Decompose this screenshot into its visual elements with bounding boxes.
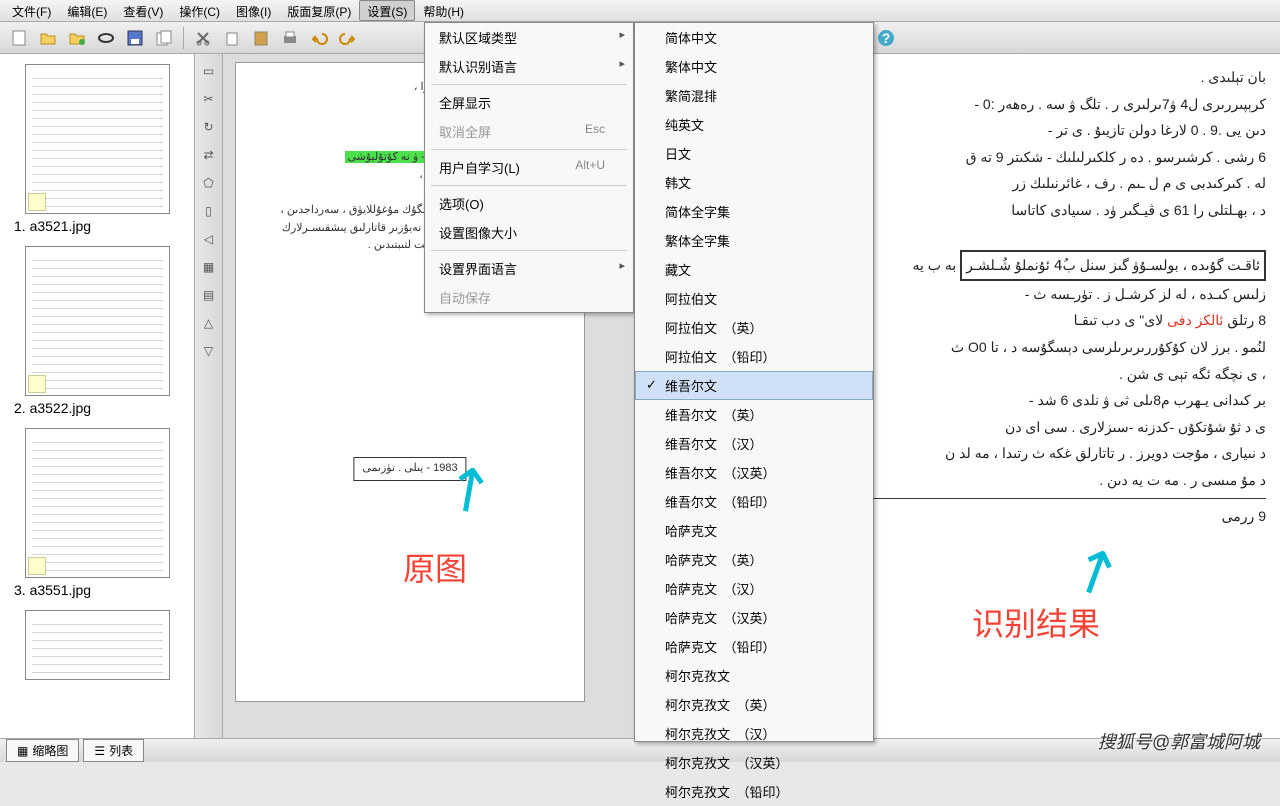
- dd-image-size[interactable]: 设置图像大小: [425, 218, 633, 247]
- language-option[interactable]: 哈萨克文 （汉英）: [635, 603, 873, 632]
- red-text: ئالكز دفی: [1167, 312, 1223, 328]
- language-option[interactable]: 繁简混排: [635, 81, 873, 110]
- down-icon[interactable]: ▽: [198, 340, 220, 362]
- language-option[interactable]: 繁体中文: [635, 52, 873, 81]
- menu-file[interactable]: 文件(F): [4, 0, 59, 21]
- thumbs-tab[interactable]: ▦缩略图: [6, 739, 79, 762]
- cut-icon[interactable]: [190, 25, 216, 51]
- list-tab[interactable]: ☰列表: [83, 739, 144, 762]
- copy2-icon[interactable]: [219, 25, 245, 51]
- vertical-toolbar: ▭ ✂ ↻ ⇄ ⬠ ▯ ◁ ▦ ▤ △ ▽: [195, 54, 223, 738]
- scan-icon[interactable]: [93, 25, 119, 51]
- dd-default-language[interactable]: 默认识别语言: [425, 52, 633, 81]
- thumbnail-panel: 1. a3521.jpg 2. a3522.jpg 3. a3551.jpg: [0, 54, 195, 738]
- thumbnail-item[interactable]: 1. a3521.jpg: [8, 64, 186, 234]
- dd-fullscreen[interactable]: 全屏显示: [425, 88, 633, 117]
- redo-icon[interactable]: [335, 25, 361, 51]
- language-option[interactable]: 柯尔克孜文 （汉）: [635, 719, 873, 748]
- dd-exit-fullscreen: 取消全屏Esc: [425, 117, 633, 146]
- language-option[interactable]: 纯英文: [635, 110, 873, 139]
- language-option[interactable]: 维吾尔文: [635, 371, 873, 400]
- rotate-icon[interactable]: ↻: [198, 116, 220, 138]
- dd-autosave: 自动保存: [425, 283, 633, 312]
- paste-icon[interactable]: [248, 25, 274, 51]
- result-label: 识别结果: [972, 594, 1100, 655]
- thumbnail-item[interactable]: [8, 610, 186, 680]
- help-icon[interactable]: ?: [873, 25, 899, 51]
- language-option[interactable]: 阿拉伯文 （铅印）: [635, 342, 873, 371]
- select-icon[interactable]: ▭: [198, 60, 220, 82]
- thumbnail-item[interactable]: 2. a3522.jpg: [8, 246, 186, 416]
- date-box: 1983 - يىلى . تۈزىمى: [353, 457, 466, 481]
- language-option[interactable]: 哈萨克文 （汉）: [635, 574, 873, 603]
- language-option[interactable]: 日文: [635, 139, 873, 168]
- thumbnail-label: 3. a3551.jpg: [8, 582, 186, 598]
- language-option[interactable]: 繁体全字集: [635, 226, 873, 255]
- new-icon[interactable]: [6, 25, 32, 51]
- language-option[interactable]: 哈萨克文 （英）: [635, 545, 873, 574]
- separator: [183, 27, 184, 49]
- menu-settings[interactable]: 设置(S): [359, 0, 415, 21]
- boxed-text: ئاقـت گۇىدە ، بولسـۇۋ گىز سنل ب4ُ ئۇنملۇ…: [960, 250, 1266, 281]
- settings-dropdown: 默认区域类型 默认识别语言 全屏显示 取消全屏Esc 用户自学习(L)Alt+U…: [424, 22, 634, 313]
- dd-default-region[interactable]: 默认区域类型: [425, 23, 633, 52]
- flip-icon[interactable]: ⇄: [198, 144, 220, 166]
- language-option[interactable]: 哈萨克文 （铅印）: [635, 632, 873, 661]
- print-icon[interactable]: [277, 25, 303, 51]
- thumbnail-label: 1. a3521.jpg: [8, 218, 186, 234]
- watermark: 搜狐号@郭富城阿城: [1098, 728, 1260, 754]
- menu-help[interactable]: 帮助(H): [415, 0, 472, 21]
- language-option[interactable]: 藏文: [635, 255, 873, 284]
- copy-icon[interactable]: [151, 25, 177, 51]
- dd-ui-language[interactable]: 设置界面语言: [425, 254, 633, 283]
- language-option[interactable]: 简体中文: [635, 23, 873, 52]
- dd-options[interactable]: 选项(O): [425, 189, 633, 218]
- language-option[interactable]: 哈萨克文: [635, 516, 873, 545]
- language-option[interactable]: 阿拉伯文 （英）: [635, 313, 873, 342]
- separator: [431, 84, 627, 85]
- undo-icon[interactable]: [306, 25, 332, 51]
- language-option[interactable]: 柯尔克孜文: [635, 661, 873, 690]
- folder-icon[interactable]: [64, 25, 90, 51]
- dd-user-learn[interactable]: 用户自学习(L)Alt+U: [425, 153, 633, 182]
- thumbnail-label: 2. a3522.jpg: [8, 400, 186, 416]
- thumbnail-item[interactable]: 3. a3551.jpg: [8, 428, 186, 598]
- image-icon[interactable]: ▦: [198, 256, 220, 278]
- menu-operate[interactable]: 操作(C): [171, 0, 228, 21]
- language-option[interactable]: 柯尔克孜文 （汉英）: [635, 748, 873, 777]
- doc-icon[interactable]: ▯: [198, 200, 220, 222]
- menubar: 文件(F) 编辑(E) 查看(V) 操作(C) 图像(I) 版面复原(P) 设置…: [0, 0, 1280, 22]
- language-option[interactable]: 维吾尔文 （汉英）: [635, 458, 873, 487]
- up-icon[interactable]: △: [198, 312, 220, 334]
- language-option[interactable]: 简体全字集: [635, 197, 873, 226]
- table-icon[interactable]: ▤: [198, 284, 220, 306]
- menu-edit[interactable]: 编辑(E): [59, 0, 115, 21]
- menu-view[interactable]: 查看(V): [115, 0, 171, 21]
- menu-image[interactable]: 图像(I): [228, 0, 279, 21]
- back-icon[interactable]: ◁: [198, 228, 220, 250]
- menu-layout[interactable]: 版面复原(P): [279, 0, 359, 21]
- language-option[interactable]: 维吾尔文 （英）: [635, 400, 873, 429]
- language-option[interactable]: 维吾尔文 （汉）: [635, 429, 873, 458]
- language-option[interactable]: 韩文: [635, 168, 873, 197]
- save-icon[interactable]: [122, 25, 148, 51]
- crop-icon[interactable]: ✂: [198, 88, 220, 110]
- language-option[interactable]: 柯尔克孜文 （铅印）: [635, 777, 873, 806]
- separator: [431, 149, 627, 150]
- separator: [431, 250, 627, 251]
- separator: [431, 185, 627, 186]
- pentagon-icon[interactable]: ⬠: [198, 172, 220, 194]
- svg-text:?: ?: [882, 30, 891, 46]
- language-option[interactable]: 阿拉伯文: [635, 284, 873, 313]
- language-submenu: 简体中文繁体中文繁简混排纯英文日文韩文简体全字集繁体全字集藏文阿拉伯文阿拉伯文 …: [634, 22, 874, 742]
- open-icon[interactable]: [35, 25, 61, 51]
- language-option[interactable]: 柯尔克孜文 （英）: [635, 690, 873, 719]
- language-option[interactable]: 维吾尔文 （铅印）: [635, 487, 873, 516]
